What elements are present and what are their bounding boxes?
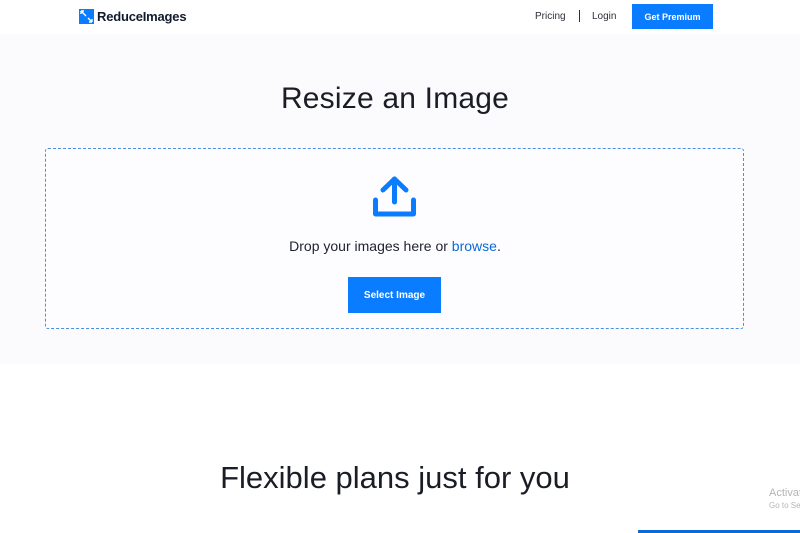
browse-link[interactable]: browse (452, 238, 497, 254)
page: ReduceImages Pricing Login Get Premium R… (0, 0, 800, 533)
brand-logo[interactable]: ReduceImages (79, 9, 187, 24)
select-image-button[interactable]: Select Image (348, 277, 441, 313)
plans-title: Flexible plans just for you (220, 460, 570, 495)
get-premium-button[interactable]: Get Premium (632, 4, 713, 29)
drop-text: Drop your images here or (289, 238, 452, 254)
nav-divider (579, 10, 580, 22)
nav-login-link[interactable]: Login (592, 11, 616, 22)
header: ReduceImages Pricing Login Get Premium (0, 0, 800, 34)
drop-instructions: Drop your images here or browse. (0, 238, 790, 254)
reduce-images-logo-icon (79, 9, 94, 24)
nav-pricing-link[interactable]: Pricing (535, 11, 566, 22)
activate-windows-subtitle: Go to Se (769, 501, 800, 510)
brand-name: ReduceImages (97, 9, 187, 24)
drop-suffix: . (496, 238, 501, 254)
upload-icon (373, 176, 416, 217)
activate-windows-title: Activate (769, 487, 800, 499)
page-title: Resize an Image (280, 82, 510, 115)
